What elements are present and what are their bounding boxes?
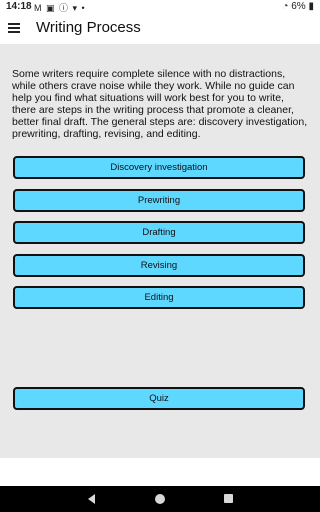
recents-icon[interactable] bbox=[224, 494, 233, 503]
revising-button[interactable]: Revising bbox=[13, 254, 305, 277]
footer-area bbox=[0, 458, 320, 486]
drafting-button[interactable]: Drafting bbox=[13, 221, 305, 244]
wifi-icon: ◔ bbox=[282, 1, 289, 12]
intro-text: Some writers require complete silence wi… bbox=[12, 68, 308, 140]
back-icon[interactable] bbox=[88, 494, 95, 504]
battery-percent: 6% bbox=[291, 1, 306, 12]
status-bar: 14:18 M ▣ ⓘ ▾ • ◔ 6% ▮ bbox=[0, 0, 320, 14]
menu-icon[interactable] bbox=[8, 23, 20, 33]
navigation-bar bbox=[0, 486, 320, 512]
main-content: Some writers require complete silence wi… bbox=[0, 44, 320, 458]
battery-indicator: ◔ 6% ▮ bbox=[282, 1, 314, 12]
quiz-button[interactable]: Quiz bbox=[13, 387, 305, 410]
page-title: Writing Process bbox=[36, 19, 141, 36]
notification-icons: M ▣ ⓘ ▾ • bbox=[34, 3, 86, 13]
battery-icon: ▮ bbox=[308, 1, 314, 12]
home-icon[interactable] bbox=[155, 494, 165, 504]
discovery-investigation-button[interactable]: Discovery investigation bbox=[13, 156, 305, 179]
prewriting-button[interactable]: Prewriting bbox=[13, 189, 305, 212]
app-bar: Writing Process bbox=[0, 14, 320, 44]
editing-button[interactable]: Editing bbox=[13, 286, 305, 309]
status-time: 14:18 bbox=[6, 1, 32, 12]
